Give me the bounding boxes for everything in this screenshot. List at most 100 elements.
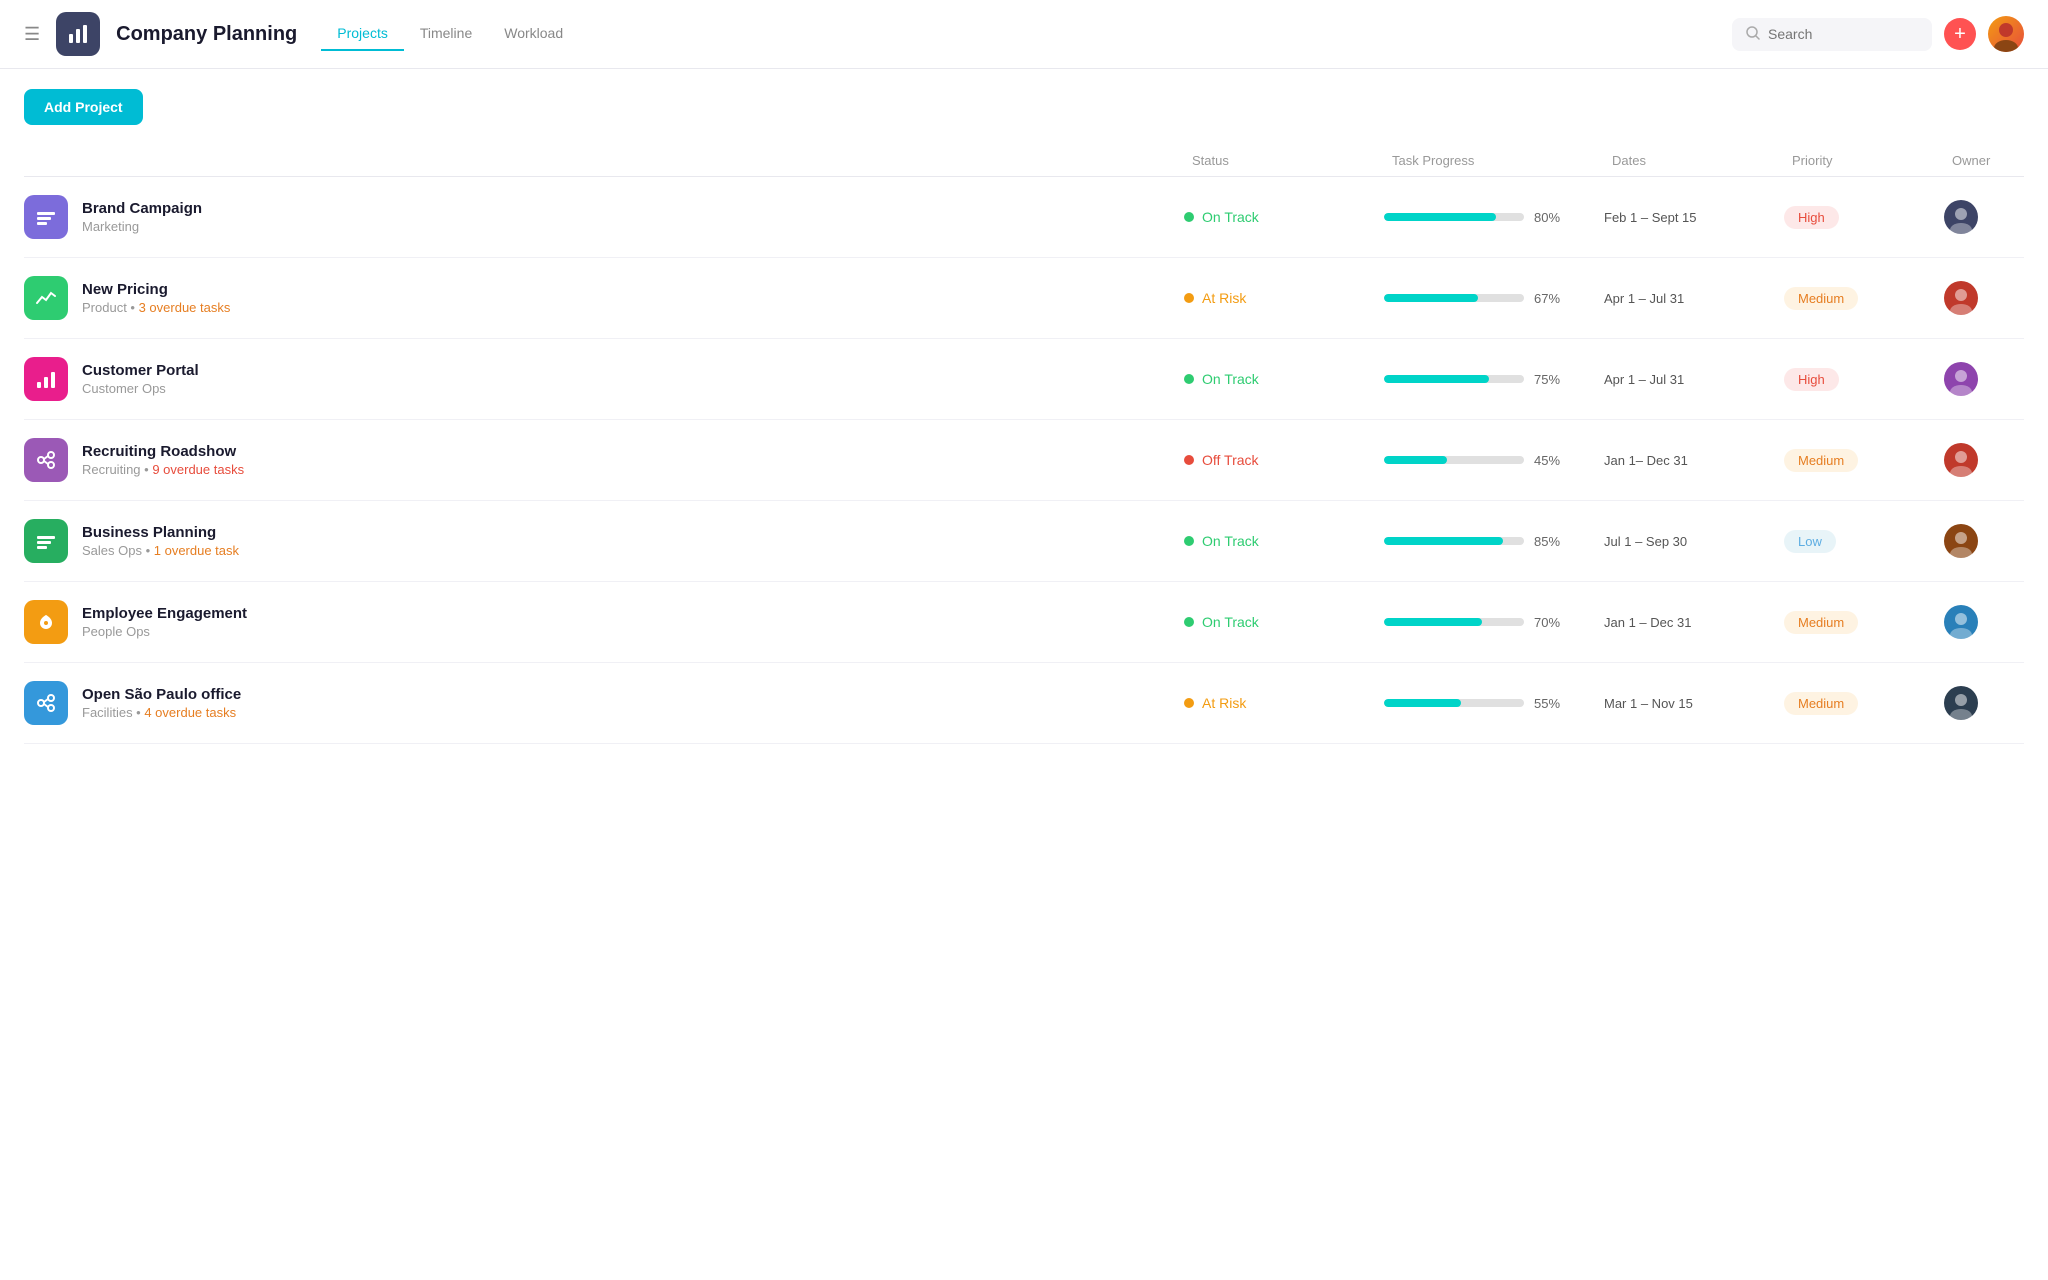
priority-badge: High (1784, 368, 1839, 391)
progress-percent: 80% (1534, 210, 1570, 225)
project-status: On Track (1184, 371, 1384, 387)
tab-workload[interactable]: Workload (488, 17, 579, 51)
project-department-overdue: Product • 3 overdue tasks (82, 300, 230, 315)
project-status: At Risk (1184, 290, 1384, 306)
overdue-text: 1 overdue task (154, 543, 239, 558)
project-department: Marketing (82, 219, 202, 234)
project-name: Business Planning (82, 524, 239, 541)
status-label: At Risk (1202, 290, 1246, 306)
project-department-overdue: Sales Ops • 1 overdue task (82, 543, 239, 558)
project-dates: Feb 1 – Sept 15 (1604, 210, 1784, 225)
progress-bar-fill (1384, 456, 1447, 464)
project-text: Customer Portal Customer Ops (82, 362, 199, 396)
hamburger-icon[interactable]: ☰ (24, 24, 40, 45)
progress-cell: 45% (1384, 453, 1604, 468)
project-row[interactable]: Recruiting Roadshow Recruiting • 9 overd… (24, 420, 2024, 501)
tab-projects[interactable]: Projects (321, 17, 404, 51)
project-info: Open São Paulo office Facilities • 4 ove… (24, 681, 1184, 725)
owner-cell (1944, 524, 2024, 558)
progress-percent: 45% (1534, 453, 1570, 468)
status-label: At Risk (1202, 695, 1246, 711)
progress-bar-bg (1384, 294, 1524, 302)
project-row[interactable]: Business Planning Sales Ops • 1 overdue … (24, 501, 2024, 582)
priority-cell: Medium (1784, 287, 1944, 310)
logo-icon (66, 22, 90, 46)
avatar-image (1944, 605, 1978, 639)
status-dot (1184, 536, 1194, 546)
status-label: Off Track (1202, 452, 1259, 468)
project-row[interactable]: Brand Campaign Marketing On Track 80% Fe… (24, 177, 2024, 258)
progress-cell: 70% (1384, 615, 1604, 630)
progress-cell: 85% (1384, 534, 1604, 549)
progress-bar-fill (1384, 537, 1503, 545)
project-status: Off Track (1184, 452, 1384, 468)
project-department: People Ops (82, 624, 247, 639)
overdue-text: 3 overdue tasks (139, 300, 231, 315)
col-owner-header: Owner (1944, 153, 2024, 168)
avatar-image (1944, 524, 1978, 558)
user-avatar-image (1988, 16, 2024, 52)
add-project-button[interactable]: Add Project (24, 89, 143, 125)
progress-cell: 80% (1384, 210, 1604, 225)
priority-badge: Low (1784, 530, 1836, 553)
progress-bar-bg (1384, 699, 1524, 707)
progress-bar-bg (1384, 537, 1524, 545)
project-info: Employee Engagement People Ops (24, 600, 1184, 644)
priority-cell: Medium (1784, 692, 1944, 715)
status-label: On Track (1202, 533, 1259, 549)
owner-avatar (1944, 524, 1978, 558)
search-icon (1746, 26, 1760, 43)
nav-tabs: Projects Timeline Workload (321, 17, 579, 51)
tab-timeline[interactable]: Timeline (404, 17, 488, 51)
owner-cell (1944, 605, 2024, 639)
project-row[interactable]: Customer Portal Customer Ops On Track 75… (24, 339, 2024, 420)
project-status: On Track (1184, 533, 1384, 549)
col-dates-header: Dates (1604, 153, 1784, 168)
owner-avatar (1944, 362, 1978, 396)
projects-list: Brand Campaign Marketing On Track 80% Fe… (24, 177, 2024, 744)
progress-percent: 75% (1534, 372, 1570, 387)
header: ☰ Company Planning Projects Timeline Wor… (0, 0, 2048, 69)
priority-cell: Low (1784, 530, 1944, 553)
progress-cell: 55% (1384, 696, 1604, 711)
status-label: On Track (1202, 209, 1259, 225)
priority-badge: Medium (1784, 611, 1858, 634)
header-right: + (1732, 16, 2024, 52)
project-info: Brand Campaign Marketing (24, 195, 1184, 239)
project-dates: Apr 1 – Jul 31 (1604, 372, 1784, 387)
project-row[interactable]: Open São Paulo office Facilities • 4 ove… (24, 663, 2024, 744)
owner-cell (1944, 362, 2024, 396)
owner-cell (1944, 686, 2024, 720)
progress-percent: 67% (1534, 291, 1570, 306)
project-status: On Track (1184, 614, 1384, 630)
priority-badge: Medium (1784, 692, 1858, 715)
owner-cell (1944, 200, 2024, 234)
user-avatar[interactable] (1988, 16, 2024, 52)
avatar-image (1944, 362, 1978, 396)
project-row[interactable]: New Pricing Product • 3 overdue tasks At… (24, 258, 2024, 339)
priority-cell: High (1784, 206, 1944, 229)
table-header: Status Task Progress Dates Priority Owne… (24, 145, 2024, 177)
add-button[interactable]: + (1944, 18, 1976, 50)
project-icon (24, 276, 68, 320)
priority-cell: High (1784, 368, 1944, 391)
project-text: Open São Paulo office Facilities • 4 ove… (82, 686, 241, 720)
status-dot (1184, 374, 1194, 384)
project-icon (24, 195, 68, 239)
main-content: Add Project Status Task Progress Dates P… (0, 69, 2048, 744)
status-dot (1184, 617, 1194, 627)
project-icon (24, 600, 68, 644)
owner-avatar (1944, 281, 1978, 315)
owner-avatar (1944, 605, 1978, 639)
project-department: Customer Ops (82, 381, 199, 396)
project-text: New Pricing Product • 3 overdue tasks (82, 281, 230, 315)
app-title: Company Planning (116, 23, 297, 46)
project-text: Business Planning Sales Ops • 1 overdue … (82, 524, 239, 558)
project-name: New Pricing (82, 281, 230, 298)
project-row[interactable]: Employee Engagement People Ops On Track … (24, 582, 2024, 663)
project-status: At Risk (1184, 695, 1384, 711)
search-input[interactable] (1768, 26, 1918, 42)
project-name: Brand Campaign (82, 200, 202, 217)
col-status-header: Status (1184, 153, 1384, 168)
project-name: Employee Engagement (82, 605, 247, 622)
